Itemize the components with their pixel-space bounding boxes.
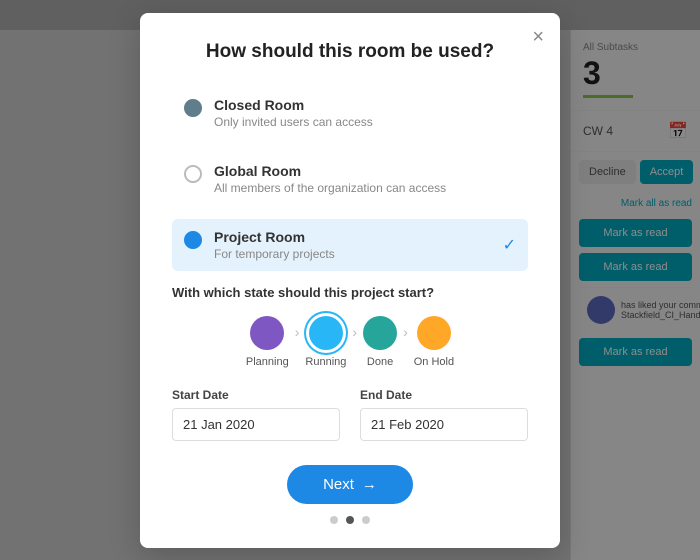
closed-room-text: Closed Room Only invited users can acces… [214, 97, 373, 129]
closed-room-label: Closed Room [214, 97, 373, 113]
closed-room-desc: Only invited users can access [214, 115, 373, 129]
states-row: Planning › Running › Done › On Hold [172, 316, 528, 368]
close-button[interactable]: × [532, 27, 544, 47]
done-circle [363, 316, 397, 350]
end-date-label: End Date [360, 388, 528, 402]
global-room-radio [184, 165, 202, 183]
global-room-option[interactable]: Global Room All members of the organizat… [172, 153, 528, 205]
planning-circle [250, 316, 284, 350]
next-button[interactable]: Next → [287, 465, 413, 504]
state-done[interactable]: Done [363, 316, 397, 368]
done-label: Done [367, 356, 393, 368]
project-room-radio [184, 231, 202, 249]
start-date-label: Start Date [172, 388, 340, 402]
start-date-field: Start Date [172, 388, 340, 441]
next-arrow-icon: → [362, 476, 377, 493]
global-room-label: Global Room [214, 163, 446, 179]
running-label: Running [305, 356, 346, 368]
modal-title: How should this room be used? [172, 41, 528, 63]
modal-overlay: × How should this room be used? Closed R… [0, 0, 700, 560]
project-room-checkmark: ✓ [503, 235, 516, 255]
closed-room-radio [184, 99, 202, 117]
arrow-3: › [403, 324, 408, 340]
room-setup-modal: × How should this room be used? Closed R… [140, 13, 560, 548]
end-date-input[interactable] [360, 408, 528, 441]
arrow-2: › [352, 324, 357, 340]
onhold-circle [417, 316, 451, 350]
modal-footer: Next → [172, 465, 528, 524]
state-question: With which state should this project sta… [172, 285, 528, 300]
closed-room-option[interactable]: Closed Room Only invited users can acces… [172, 87, 528, 139]
dot-3 [362, 516, 370, 524]
end-date-field: End Date [360, 388, 528, 441]
dot-2 [346, 516, 354, 524]
global-room-text: Global Room All members of the organizat… [214, 163, 446, 195]
dot-1 [330, 516, 338, 524]
pagination-dots [330, 516, 370, 524]
project-room-label: Project Room [214, 229, 503, 245]
project-room-text: Project Room For temporary projects [214, 229, 503, 261]
global-room-desc: All members of the organization can acce… [214, 181, 446, 195]
onhold-label: On Hold [414, 356, 454, 368]
state-planning[interactable]: Planning [246, 316, 289, 368]
project-room-option[interactable]: Project Room For temporary projects ✓ [172, 219, 528, 271]
state-running[interactable]: Running [305, 316, 346, 368]
planning-label: Planning [246, 356, 289, 368]
start-date-input[interactable] [172, 408, 340, 441]
state-onhold[interactable]: On Hold [414, 316, 454, 368]
project-room-desc: For temporary projects [214, 247, 503, 261]
running-circle [309, 316, 343, 350]
next-label: Next [323, 476, 354, 493]
arrow-1: › [295, 324, 300, 340]
dates-row: Start Date End Date [172, 388, 528, 441]
